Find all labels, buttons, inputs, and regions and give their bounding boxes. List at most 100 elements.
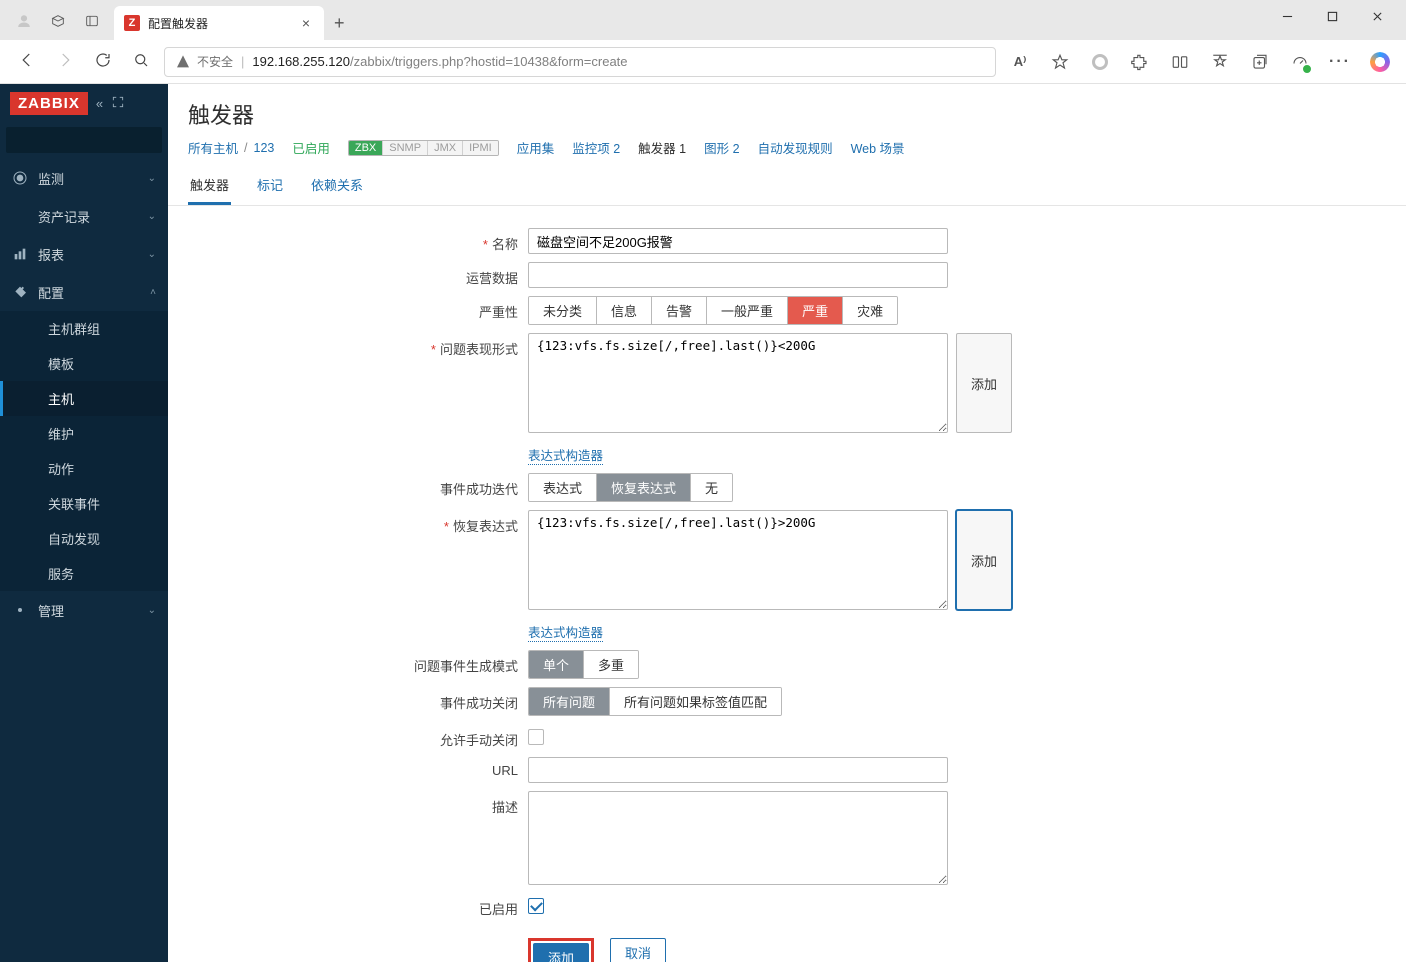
- new-tab-button[interactable]: +: [324, 13, 355, 40]
- nav-icons: [10, 51, 150, 72]
- sidebar-collapse-icon[interactable]: «: [96, 96, 103, 111]
- problem-gen-mode-single[interactable]: 单个: [529, 651, 584, 678]
- favorites-bar-icon[interactable]: [1210, 52, 1230, 72]
- window-minimize-button[interactable]: [1265, 0, 1310, 32]
- security-indicator[interactable]: 不安全: [175, 53, 233, 70]
- sidebar-search-input[interactable]: [14, 133, 191, 148]
- workspaces-icon[interactable]: [50, 13, 66, 32]
- sidebar-item-configuration[interactable]: 配置 ˄: [0, 273, 168, 311]
- form-tab-trigger[interactable]: 触发器: [188, 167, 231, 205]
- address-bar: 不安全 | 192.168.255.120/zabbix/triggers.ph…: [0, 40, 1406, 84]
- event-ok-close-all-tags[interactable]: 所有问题如果标签值匹配: [610, 688, 781, 715]
- sidebar-fullscreen-icon[interactable]: [111, 95, 125, 112]
- problem-expr-builder-link[interactable]: 表达式构造器: [528, 445, 603, 465]
- split-screen-icon[interactable]: [1170, 52, 1190, 72]
- form-tabs: 触发器 标记 依赖关系: [168, 167, 1406, 206]
- severity-not-classified[interactable]: 未分类: [529, 297, 597, 324]
- nav-back-button[interactable]: [18, 51, 36, 72]
- input-url[interactable]: [528, 757, 948, 783]
- sidebar-item-monitoring[interactable]: 监测 ⌄: [0, 159, 168, 197]
- record-status-icon[interactable]: [1090, 52, 1110, 72]
- input-recovery-expr[interactable]: [528, 510, 948, 610]
- input-name[interactable]: [528, 228, 948, 254]
- event-ok-close-all[interactable]: 所有问题: [529, 688, 610, 715]
- browser-tab[interactable]: Z 配置触发器 ×: [114, 6, 324, 40]
- app-container: ZABBIX « 监测 ⌄ 资产记录 ⌄ 报表 ⌄ 配置 ˄ 主机群组 模板 主…: [0, 84, 1406, 962]
- sidebar-sub-actions[interactable]: 动作: [0, 451, 168, 486]
- recovery-expr-builder-link[interactable]: 表达式构造器: [528, 622, 603, 642]
- sidebar-item-inventory[interactable]: 资产记录 ⌄: [0, 197, 168, 235]
- severity-warning[interactable]: 告警: [652, 297, 707, 324]
- bc-link-apps[interactable]: 应用集: [517, 138, 555, 157]
- window-close-button[interactable]: [1355, 0, 1400, 32]
- collections-icon[interactable]: [1250, 52, 1270, 72]
- cancel-button[interactable]: 取消: [610, 938, 666, 962]
- chevron-up-icon: ˄: [150, 287, 156, 298]
- sidebar-item-administration[interactable]: 管理 ⌄: [0, 591, 168, 629]
- copilot-icon[interactable]: [1370, 52, 1390, 72]
- chevron-down-icon: ⌄: [148, 605, 156, 616]
- host-interfaces: ZBX SNMP JMX IPMI: [348, 140, 499, 156]
- security-label: 不安全: [197, 53, 233, 70]
- nav-forward-button[interactable]: [56, 51, 74, 72]
- favorite-icon[interactable]: [1050, 52, 1070, 72]
- tab-close-icon[interactable]: ×: [298, 13, 314, 33]
- window-maximize-button[interactable]: [1310, 0, 1355, 32]
- label-allow-manual-close: 允许手动关闭: [440, 733, 518, 748]
- label-url: URL: [492, 763, 518, 778]
- interface-jmx[interactable]: JMX: [428, 141, 463, 155]
- url-input[interactable]: 不安全 | 192.168.255.120/zabbix/triggers.ph…: [164, 47, 996, 77]
- sidebar-sub-hostgroups[interactable]: 主机群组: [0, 311, 168, 346]
- sidebar-sub-services[interactable]: 服务: [0, 556, 168, 591]
- interface-ipmi[interactable]: IPMI: [463, 141, 498, 155]
- sidebar-sub-maintenance[interactable]: 维护: [0, 416, 168, 451]
- sidebar-sub-templates[interactable]: 模板: [0, 346, 168, 381]
- severity-group: 未分类 信息 告警 一般严重 严重 灾难: [528, 296, 898, 325]
- input-op-data[interactable]: [528, 262, 948, 288]
- form-tab-dependencies[interactable]: 依赖关系: [309, 167, 365, 205]
- bc-link-items[interactable]: 监控项 2: [572, 138, 620, 157]
- input-description[interactable]: [528, 791, 948, 885]
- interface-zbx[interactable]: ZBX: [349, 141, 383, 155]
- label-enabled: 已启用: [479, 902, 518, 917]
- severity-high[interactable]: 严重: [788, 297, 843, 324]
- extensions-icon[interactable]: [1130, 52, 1150, 72]
- event-ok-gen-recovery-expression[interactable]: 恢复表达式: [597, 474, 691, 501]
- more-menu-icon[interactable]: ···: [1330, 52, 1350, 72]
- severity-information[interactable]: 信息: [597, 297, 652, 324]
- severity-disaster[interactable]: 灾难: [843, 297, 897, 324]
- page-header: 触发器: [168, 84, 1406, 138]
- event-ok-gen-expression[interactable]: 表达式: [529, 474, 597, 501]
- problem-gen-mode-multiple[interactable]: 多重: [584, 651, 638, 678]
- sidebar-sub-correlation[interactable]: 关联事件: [0, 486, 168, 521]
- event-ok-gen-none[interactable]: 无: [691, 474, 732, 501]
- bc-link-triggers[interactable]: 触发器 1: [638, 138, 686, 157]
- checkbox-allow-manual-close[interactable]: [528, 729, 544, 745]
- breadcrumb-host[interactable]: 123: [254, 141, 275, 155]
- profile-icon[interactable]: [16, 13, 32, 32]
- form-tab-tags[interactable]: 标记: [255, 167, 285, 205]
- nav-refresh-button[interactable]: [94, 51, 112, 72]
- submit-button[interactable]: 添加: [533, 943, 589, 962]
- tab-favicon: Z: [124, 15, 140, 31]
- input-problem-expr[interactable]: [528, 333, 948, 433]
- breadcrumb-all-hosts[interactable]: 所有主机: [188, 138, 238, 157]
- performance-icon[interactable]: [1290, 52, 1310, 72]
- bc-link-graphs[interactable]: 图形 2: [704, 138, 739, 157]
- bc-link-discovery[interactable]: 自动发现规则: [758, 138, 833, 157]
- recovery-expr-add-button[interactable]: 添加: [956, 510, 1012, 610]
- sidebar-sub-discovery[interactable]: 自动发现: [0, 521, 168, 556]
- chevron-down-icon: ⌄: [148, 249, 156, 260]
- nav-search-icon[interactable]: [132, 51, 150, 72]
- interface-snmp[interactable]: SNMP: [383, 141, 428, 155]
- sidebar-item-reports[interactable]: 报表 ⌄: [0, 235, 168, 273]
- tab-actions-icon[interactable]: [84, 13, 100, 32]
- sidebar-search[interactable]: [6, 127, 162, 153]
- checkbox-enabled[interactable]: [528, 898, 544, 914]
- bc-link-web[interactable]: Web 场景: [851, 138, 905, 157]
- read-aloud-icon[interactable]: A⁾: [1010, 52, 1030, 72]
- sidebar-item-label: 报表: [38, 245, 64, 264]
- sidebar-sub-hosts[interactable]: 主机: [0, 381, 168, 416]
- problem-expr-add-button[interactable]: 添加: [956, 333, 1012, 433]
- severity-average[interactable]: 一般严重: [707, 297, 788, 324]
